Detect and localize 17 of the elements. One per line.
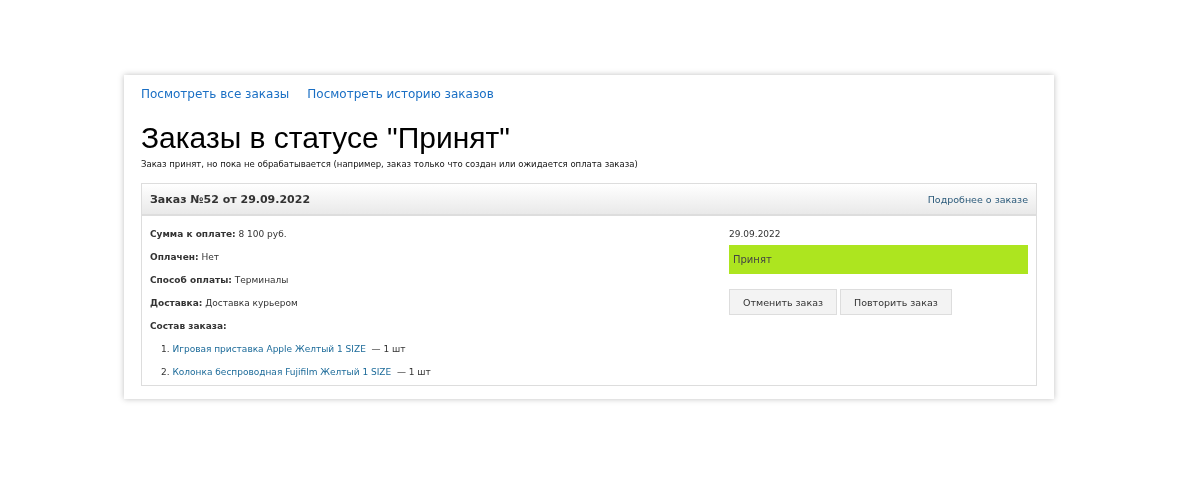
order-items-label: Состав заказа: — [150, 321, 228, 331]
order-action-button[interactable]: Повторить заказ — [840, 289, 952, 315]
order-field: Доставка: Доставка курьером — [150, 298, 729, 308]
page-heading: Заказы в статусе "Принят" — [141, 121, 511, 155]
status-description: Заказ принят, но пока не обрабатывается (например, заказ только что создан или ожидается оплата заказа) — [141, 159, 639, 169]
order-title: Заказ №52 от 29.09.2022 — [150, 192, 311, 206]
order-field: Сумма к оплате: 8 100 руб. — [150, 229, 729, 239]
order-details-link[interactable]: Подробнее о заказе — [927, 193, 1028, 205]
nav-link[interactable]: Посмотреть историю заказов — [307, 87, 494, 101]
order-item: 1. Игровая приставка Apple Желтый 1 SIZE — 1 шт — [161, 344, 407, 354]
order-item: 2. Колонка беспроводная Fujifilm Желтый 1 SIZE — 1 шт — [161, 367, 432, 377]
order-date: 29.09.2022 — [729, 229, 782, 239]
status-badge: Принят — [729, 245, 1028, 274]
order-field: Оплачен: Нет — [150, 252, 729, 262]
nav-link[interactable]: Посмотреть все заказы — [141, 87, 290, 101]
order-field: Способ оплаты: Терминалы — [150, 275, 729, 285]
order-action-button[interactable]: Отменить заказ — [729, 289, 838, 315]
